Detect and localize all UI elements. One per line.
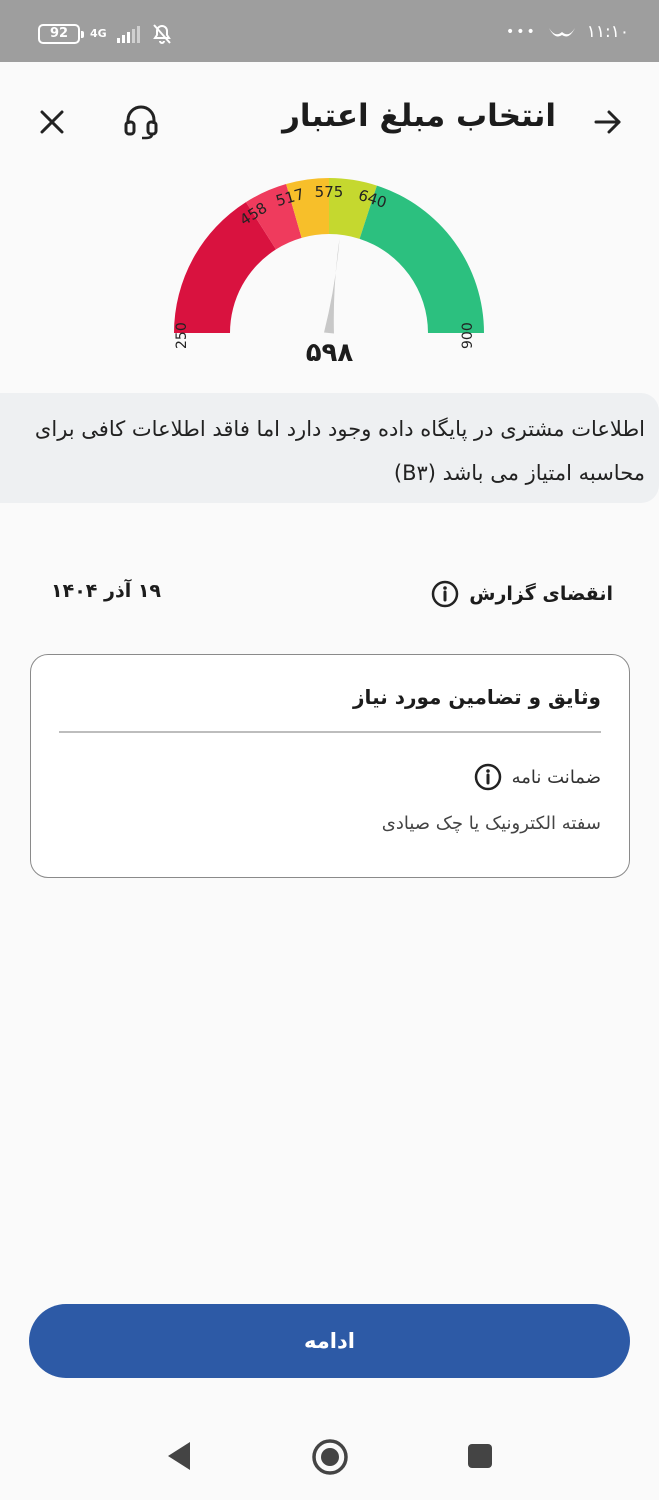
divider bbox=[59, 731, 601, 733]
system-nav-bar bbox=[0, 1420, 659, 1500]
headset-icon bbox=[124, 105, 158, 140]
page-title: انتخاب مبلغ اعتبار bbox=[282, 98, 556, 134]
close-button[interactable] bbox=[30, 100, 74, 144]
notification-dots: ••• bbox=[505, 24, 537, 40]
gauge-needle bbox=[324, 238, 340, 334]
report-expiry-date: ۱۹ آذر ۱۴۰۴ bbox=[51, 580, 162, 602]
close-icon bbox=[40, 110, 64, 134]
back-button[interactable] bbox=[586, 100, 630, 144]
guarantee-item-value: سفته الکترونیک یا چک صیادی bbox=[381, 813, 601, 834]
clock: ۱۱:۱۰ bbox=[586, 22, 629, 42]
support-button[interactable] bbox=[118, 98, 164, 144]
continue-button[interactable]: ادامه bbox=[29, 1304, 630, 1378]
battery-indicator: 92 bbox=[38, 24, 84, 44]
guarantees-card: وثایق و تضامین مورد نیاز ضمانت نامه سفته… bbox=[30, 654, 630, 878]
app-notification-icon bbox=[548, 28, 575, 37]
signal-icon bbox=[116, 25, 140, 43]
status-bar: 92 4G ••• ۱۱:۱۰ bbox=[0, 0, 659, 62]
arrow-right-icon bbox=[594, 110, 621, 134]
home-nav-icon[interactable] bbox=[311, 1438, 349, 1476]
guarantees-title: وثایق و تضامین مورد نیاز bbox=[353, 685, 601, 709]
score-notice: اطلاعات مشتری در پایگاه داده وجود دارد ا… bbox=[0, 393, 659, 503]
back-nav-icon[interactable] bbox=[166, 1440, 194, 1472]
info-icon[interactable] bbox=[474, 763, 502, 791]
report-expiry-label: انقضای گزارش bbox=[431, 580, 613, 608]
gauge-tick-label: 575 bbox=[315, 183, 344, 201]
report-expiry-row: انقضای گزارش ۱۹ آذر ۱۴۰۴ bbox=[0, 570, 659, 614]
recents-nav-icon[interactable] bbox=[466, 1442, 494, 1470]
info-icon[interactable] bbox=[431, 580, 459, 608]
guarantee-item-label-text: ضمانت نامه bbox=[511, 766, 601, 788]
guarantee-item-label: ضمانت نامه bbox=[474, 763, 601, 791]
muted-bell-icon bbox=[152, 24, 171, 44]
credit-score-value: ۵۹۸ bbox=[305, 338, 354, 368]
network-type: 4G bbox=[90, 27, 107, 40]
report-expiry-label-text: انقضای گزارش bbox=[469, 583, 613, 605]
